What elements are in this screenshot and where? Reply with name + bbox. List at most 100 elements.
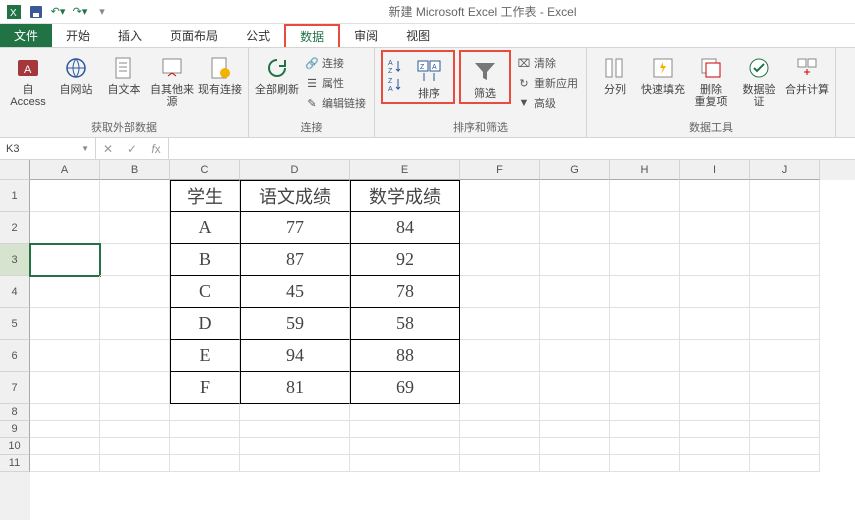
- cell[interactable]: [100, 180, 170, 212]
- clear-filter-button[interactable]: ⌧清除: [515, 54, 580, 72]
- cell[interactable]: 87: [240, 244, 350, 276]
- flash-fill-button[interactable]: 快速填充: [641, 50, 685, 96]
- row-header[interactable]: 10: [0, 438, 30, 455]
- edit-links-button[interactable]: ✎编辑链接: [303, 94, 368, 112]
- col-header[interactable]: C: [170, 160, 240, 180]
- cell[interactable]: [350, 421, 460, 438]
- row-header[interactable]: 7: [0, 372, 30, 404]
- existing-conn-button[interactable]: 现有连接: [198, 50, 242, 96]
- cell[interactable]: [30, 340, 100, 372]
- cell[interactable]: [610, 438, 680, 455]
- row-header[interactable]: 11: [0, 455, 30, 472]
- cell[interactable]: [30, 438, 100, 455]
- tab-view[interactable]: 视图: [392, 24, 444, 47]
- cell[interactable]: [610, 308, 680, 340]
- tab-review[interactable]: 审阅: [340, 24, 392, 47]
- cell[interactable]: [750, 455, 820, 472]
- row-header[interactable]: 2: [0, 212, 30, 244]
- from-other-button[interactable]: 自其他来源: [150, 50, 194, 108]
- col-header[interactable]: F: [460, 160, 540, 180]
- cell[interactable]: [610, 276, 680, 308]
- cell[interactable]: [100, 308, 170, 340]
- cell[interactable]: [610, 372, 680, 404]
- row-header[interactable]: 3: [0, 244, 30, 276]
- cell[interactable]: [460, 404, 540, 421]
- cell[interactable]: [460, 340, 540, 372]
- cell[interactable]: [350, 438, 460, 455]
- cell[interactable]: [540, 180, 610, 212]
- sort-desc-button[interactable]: ZA: [385, 76, 403, 92]
- filter-button[interactable]: 筛选: [463, 54, 507, 100]
- cell[interactable]: 58: [350, 308, 460, 340]
- row-header[interactable]: 4: [0, 276, 30, 308]
- cell[interactable]: [540, 438, 610, 455]
- sort-asc-button[interactable]: AZ: [385, 58, 403, 74]
- cell[interactable]: [540, 404, 610, 421]
- cell[interactable]: C: [170, 276, 240, 308]
- cell[interactable]: [460, 308, 540, 340]
- cell[interactable]: [350, 404, 460, 421]
- accept-icon[interactable]: ✓: [120, 142, 144, 156]
- cell[interactable]: [30, 276, 100, 308]
- cell[interactable]: [460, 180, 540, 212]
- cell[interactable]: [610, 212, 680, 244]
- cell[interactable]: [100, 455, 170, 472]
- cell[interactable]: D: [170, 308, 240, 340]
- col-header[interactable]: B: [100, 160, 170, 180]
- cell[interactable]: [610, 180, 680, 212]
- cell[interactable]: [100, 421, 170, 438]
- cell[interactable]: 59: [240, 308, 350, 340]
- cell[interactable]: [460, 244, 540, 276]
- cell[interactable]: [100, 244, 170, 276]
- cell[interactable]: [680, 340, 750, 372]
- cell[interactable]: [750, 244, 820, 276]
- cell[interactable]: [680, 438, 750, 455]
- qa-dropdown-icon[interactable]: ▾: [94, 4, 110, 20]
- cell[interactable]: [610, 404, 680, 421]
- cell[interactable]: [30, 244, 100, 276]
- cell[interactable]: [170, 438, 240, 455]
- cell[interactable]: [750, 308, 820, 340]
- advanced-filter-button[interactable]: ▼高级: [515, 94, 580, 112]
- name-box[interactable]: K3▼: [0, 138, 96, 159]
- select-all[interactable]: [0, 160, 30, 180]
- remove-dup-button[interactable]: 删除 重复项: [689, 50, 733, 108]
- cell[interactable]: 语文成绩: [240, 180, 350, 212]
- cell[interactable]: [750, 372, 820, 404]
- cell[interactable]: [100, 340, 170, 372]
- cell[interactable]: [350, 455, 460, 472]
- cell[interactable]: 学生: [170, 180, 240, 212]
- col-header[interactable]: A: [30, 160, 100, 180]
- cell[interactable]: [540, 276, 610, 308]
- cell[interactable]: 84: [350, 212, 460, 244]
- cell[interactable]: [30, 421, 100, 438]
- cell[interactable]: [460, 455, 540, 472]
- cell[interactable]: [540, 308, 610, 340]
- from-access-button[interactable]: A 自 Access: [6, 50, 50, 108]
- cell[interactable]: [750, 212, 820, 244]
- cell[interactable]: 数学成绩: [350, 180, 460, 212]
- cell[interactable]: [240, 421, 350, 438]
- cell[interactable]: [540, 455, 610, 472]
- fx-icon[interactable]: fx: [144, 142, 168, 156]
- cell[interactable]: [680, 421, 750, 438]
- text-to-columns-button[interactable]: 分列: [593, 50, 637, 96]
- cell[interactable]: [540, 244, 610, 276]
- consolidate-button[interactable]: 合并计算: [785, 50, 829, 96]
- undo-icon[interactable]: ↶▾: [50, 4, 66, 20]
- row-header[interactable]: 9: [0, 421, 30, 438]
- cell[interactable]: [460, 276, 540, 308]
- tab-layout[interactable]: 页面布局: [156, 24, 232, 47]
- col-header[interactable]: D: [240, 160, 350, 180]
- sort-button[interactable]: ZA 排序: [407, 54, 451, 100]
- tab-insert[interactable]: 插入: [104, 24, 156, 47]
- cell[interactable]: 88: [350, 340, 460, 372]
- cell[interactable]: [100, 404, 170, 421]
- tab-file[interactable]: 文件: [0, 24, 52, 47]
- cell[interactable]: 69: [350, 372, 460, 404]
- cell[interactable]: [680, 404, 750, 421]
- cell[interactable]: [460, 421, 540, 438]
- cell[interactable]: [240, 404, 350, 421]
- col-header[interactable]: G: [540, 160, 610, 180]
- from-text-button[interactable]: 自文本: [102, 50, 146, 96]
